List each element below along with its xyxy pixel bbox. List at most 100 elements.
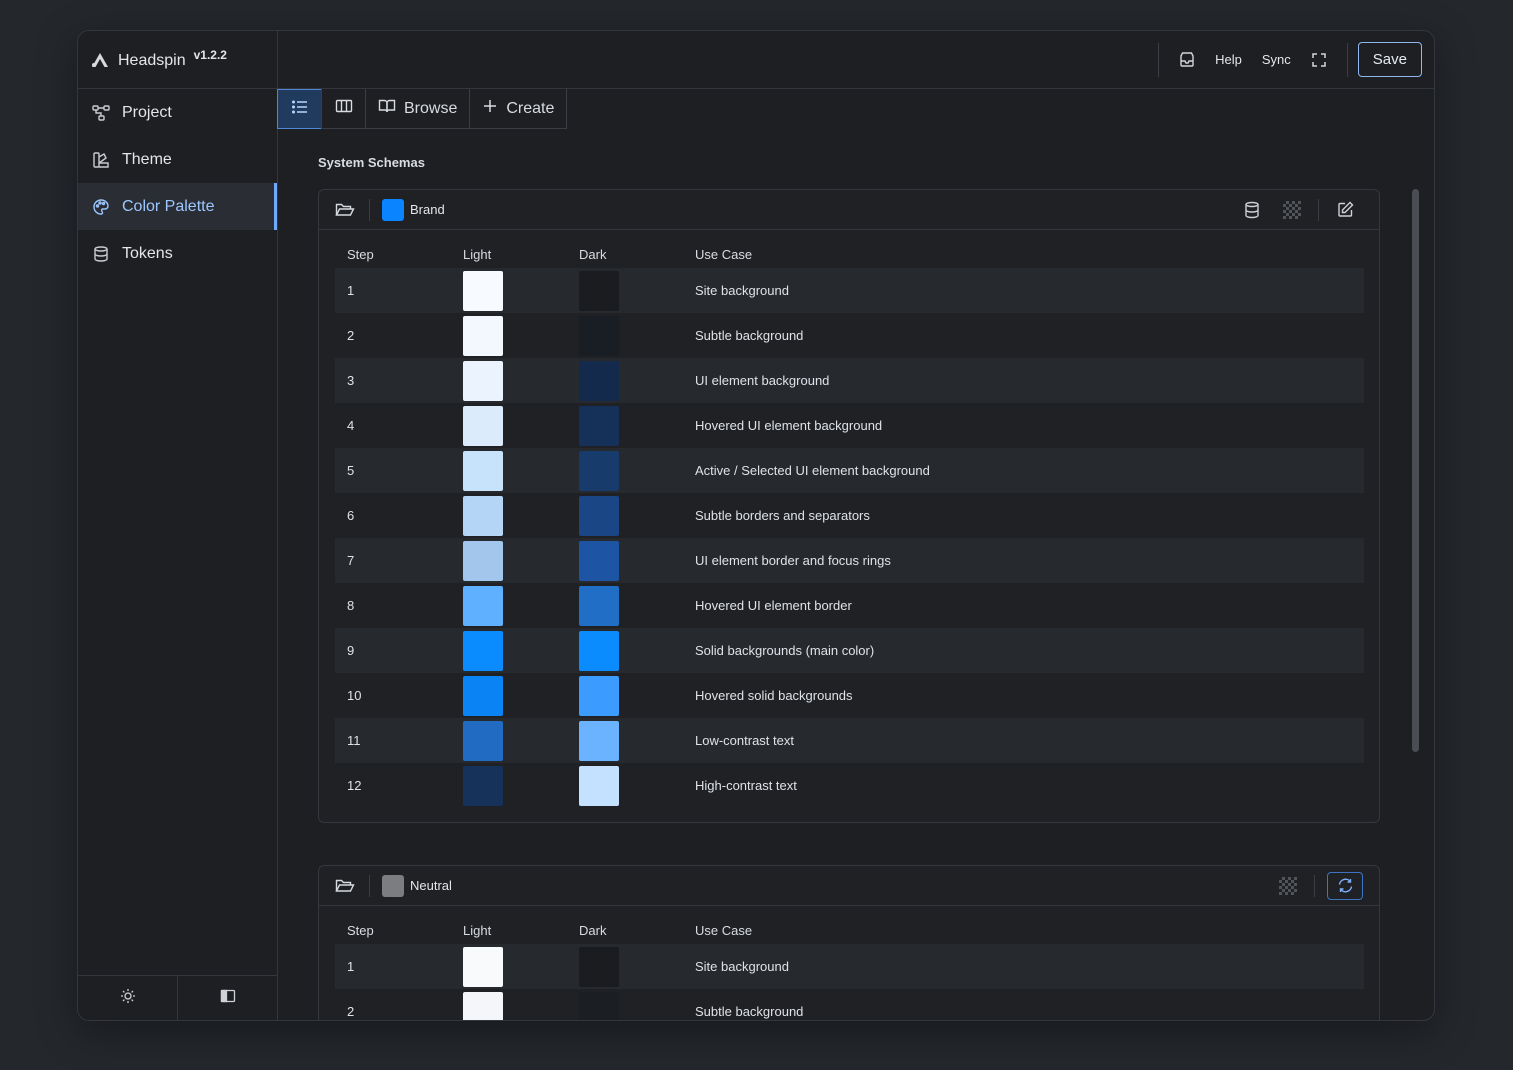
light-swatch[interactable]: [463, 270, 503, 311]
dark-swatch[interactable]: [579, 720, 619, 761]
help-link[interactable]: Help: [1215, 52, 1242, 67]
inbox-icon[interactable]: [1173, 46, 1201, 74]
use-case-cell: UI element border and focus rings: [683, 538, 1364, 583]
sidebar-item-project[interactable]: Project: [78, 89, 277, 136]
plus-icon: [482, 98, 498, 119]
step-cell: 3: [335, 358, 451, 403]
dark-swatch[interactable]: [579, 675, 619, 716]
use-case-cell: Subtle background: [695, 328, 804, 343]
use-case-cell: Hovered solid backgrounds: [695, 688, 853, 703]
table-row[interactable]: 8 Hovered UI element border: [335, 583, 1364, 628]
schema-card-brand: Brand Step Light Dark Use Case 1 Site ba…: [318, 189, 1380, 823]
light-swatch[interactable]: [463, 675, 503, 716]
light-cell: [451, 583, 567, 628]
table-row[interactable]: 5 Active / Selected UI element background: [335, 448, 1364, 493]
light-swatch[interactable]: [463, 720, 503, 761]
dark-swatch[interactable]: [579, 765, 619, 806]
dark-swatch[interactable]: [579, 540, 619, 581]
sync-link[interactable]: Sync: [1262, 52, 1291, 67]
use-case-cell: Subtle background: [695, 1004, 804, 1019]
folder-open-icon[interactable]: [335, 202, 357, 218]
use-case-cell: Hovered UI element border: [695, 598, 852, 613]
view-toolbar: Browse Create: [277, 89, 568, 129]
table-row[interactable]: 2 Subtle background: [335, 989, 1364, 1020]
table-row[interactable]: 11 Low-contrast text: [335, 718, 1364, 763]
table-row[interactable]: 6 Subtle borders and separators: [335, 493, 1364, 538]
browse-button[interactable]: Browse: [365, 89, 471, 129]
theme-toggle-button[interactable]: [78, 976, 178, 1020]
column-view-button[interactable]: [321, 89, 366, 129]
dark-swatch[interactable]: [579, 495, 619, 536]
dark-swatch[interactable]: [579, 360, 619, 401]
database-icon: [92, 245, 110, 263]
transparency-grid-icon[interactable]: [1274, 872, 1302, 900]
column-header-use-case: Use Case: [695, 922, 753, 938]
network-icon: [92, 104, 110, 122]
sidebar-item-tokens[interactable]: Tokens: [78, 230, 277, 277]
light-swatch[interactable]: [463, 495, 503, 536]
light-cell: [451, 358, 567, 403]
use-case-cell: Hovered UI element background: [695, 418, 883, 433]
dark-swatch[interactable]: [579, 450, 619, 491]
light-swatch[interactable]: [463, 991, 503, 1020]
sidebar-item-color-palette[interactable]: Color Palette: [78, 183, 277, 230]
table-row[interactable]: 2 Subtle background: [335, 313, 1364, 358]
light-swatch[interactable]: [463, 585, 503, 626]
save-button[interactable]: Save: [1357, 42, 1422, 77]
table-row[interactable]: 12 High-contrast text: [335, 763, 1364, 808]
palette-icon: [92, 198, 110, 216]
divider: [369, 874, 370, 897]
light-swatch[interactable]: [463, 630, 503, 671]
light-swatch[interactable]: [463, 765, 503, 806]
use-case-cell: Site background: [683, 944, 1364, 989]
dark-cell: [567, 763, 683, 808]
sync-button[interactable]: [1327, 871, 1363, 900]
light-swatch[interactable]: [463, 315, 503, 356]
table-row[interactable]: 9 Solid backgrounds (main color): [335, 628, 1364, 673]
database-icon[interactable]: [1238, 196, 1266, 224]
schema-card-header: Brand: [319, 190, 1379, 230]
fullscreen-icon[interactable]: [1305, 46, 1333, 74]
table-row[interactable]: 1 Site background: [335, 268, 1364, 313]
app-window: Headspin v1.2.2 Project Theme Color Pale…: [77, 30, 1435, 1021]
columns-icon: [335, 97, 353, 120]
light-swatch[interactable]: [463, 405, 503, 446]
dark-cell: [567, 448, 683, 493]
dark-cell: [567, 403, 683, 448]
sidebar-item-label: Tokens: [122, 244, 173, 262]
transparency-grid-icon[interactable]: [1278, 196, 1306, 224]
dark-cell: [567, 268, 683, 313]
step-cell: 9: [335, 628, 451, 673]
sidebar-item-theme[interactable]: Theme: [78, 136, 277, 183]
create-button[interactable]: Create: [469, 89, 568, 129]
dark-swatch[interactable]: [579, 585, 619, 626]
list-view-button[interactable]: [277, 89, 322, 129]
step-cell: 10: [347, 688, 362, 703]
table-row[interactable]: 10 Hovered solid backgrounds: [335, 673, 1364, 718]
dark-swatch[interactable]: [579, 315, 619, 356]
use-case-cell: Active / Selected UI element background: [683, 448, 1364, 493]
light-swatch[interactable]: [463, 450, 503, 491]
table-row[interactable]: 3 UI element background: [335, 358, 1364, 403]
vertical-scrollbar[interactable]: [1412, 189, 1419, 752]
dark-swatch[interactable]: [579, 991, 619, 1020]
use-case-cell: Site background: [683, 268, 1364, 313]
dark-swatch[interactable]: [579, 405, 619, 446]
light-swatch[interactable]: [463, 946, 503, 987]
neutral-color-swatch: [382, 874, 404, 897]
dark-swatch[interactable]: [579, 270, 619, 311]
light-swatch[interactable]: [463, 360, 503, 401]
table-row[interactable]: 1 Site background: [335, 944, 1364, 989]
sidebar-toggle-button[interactable]: [178, 976, 277, 1020]
edit-icon[interactable]: [1331, 196, 1359, 224]
table-row[interactable]: 7 UI element border and focus rings: [335, 538, 1364, 583]
brand-header: Headspin v1.2.2: [78, 31, 277, 89]
list-icon: [291, 98, 309, 121]
folder-open-icon[interactable]: [335, 878, 357, 894]
light-swatch[interactable]: [463, 540, 503, 581]
divider: [1346, 42, 1348, 77]
dark-swatch[interactable]: [579, 630, 619, 671]
table-row[interactable]: 4 Hovered UI element background: [335, 403, 1364, 448]
dark-swatch[interactable]: [579, 946, 619, 987]
step-cell: 2: [347, 328, 355, 343]
